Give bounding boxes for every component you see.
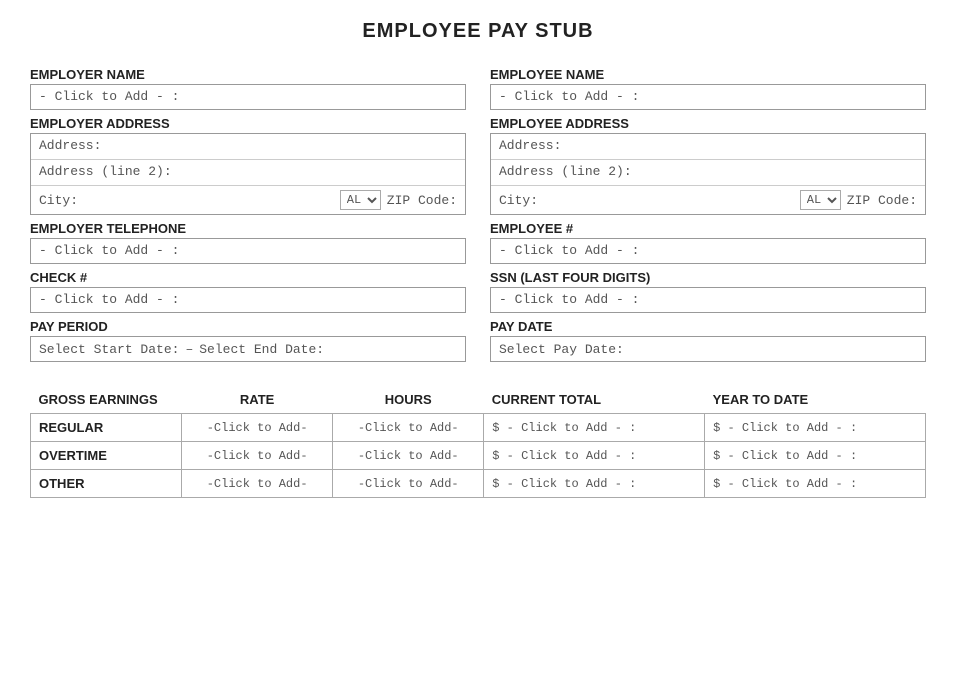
employee-address-box: Address: Address (line 2): City: ALAKAZA… [490, 133, 926, 215]
earnings-row-label: REGULAR [31, 414, 182, 442]
earnings-row-hours[interactable]: -Click to Add- [333, 470, 484, 498]
earnings-row-current[interactable]: $ - Click to Add - : [484, 470, 705, 498]
employer-zip-label[interactable]: ZIP Code: [387, 193, 457, 208]
pay-period-label: PAY PERIOD [30, 319, 466, 334]
earnings-row-ytd[interactable]: $ - Click to Add - : [705, 414, 926, 442]
pay-period-end[interactable]: Select End Date: [199, 342, 324, 357]
employee-address-line2[interactable]: Address (line 2): [491, 160, 925, 186]
page-title: EMPLOYEE PAY STUB [30, 20, 926, 43]
earnings-row-label: OVERTIME [31, 442, 182, 470]
ssn-group: SSN (LAST FOUR DIGITS) - Click to Add - … [490, 270, 926, 313]
employer-address-line2[interactable]: Address (line 2): [31, 160, 465, 186]
employer-address-city-row: City: ALAKAZARCA COCTDEFLGA HIIDILINIA K… [31, 186, 465, 214]
check-number-label: CHECK # [30, 270, 466, 285]
employee-name-input[interactable]: - Click to Add - : [490, 84, 926, 110]
employer-telephone-input[interactable]: - Click to Add - : [30, 238, 466, 264]
employee-city-input[interactable]: City: [499, 193, 794, 208]
earnings-row: OVERTIME-Click to Add--Click to Add-$ - … [31, 442, 926, 470]
employee-number-group: EMPLOYEE # - Click to Add - : [490, 221, 926, 264]
employer-city-input[interactable]: City: [39, 193, 334, 208]
header-rate: RATE [182, 386, 333, 414]
employee-name-label: EMPLOYEE NAME [490, 67, 926, 82]
employee-name-group: EMPLOYEE NAME - Click to Add - : [490, 67, 926, 110]
employee-number-label: EMPLOYEE # [490, 221, 926, 236]
pay-period-group: PAY PERIOD Select Start Date: – Select E… [30, 319, 466, 362]
pay-period-box[interactable]: Select Start Date: – Select End Date: [30, 336, 466, 362]
employer-name-input[interactable]: - Click to Add - : [30, 84, 466, 110]
earnings-row-rate[interactable]: -Click to Add- [182, 442, 333, 470]
earnings-row-label: OTHER [31, 470, 182, 498]
ssn-input[interactable]: - Click to Add - : [490, 287, 926, 313]
employer-address-line1[interactable]: Address: [31, 134, 465, 160]
header-earnings: GROSS EARNINGS [31, 386, 182, 414]
header-current: CURRENT TOTAL [484, 386, 705, 414]
pay-date-group: PAY DATE Select Pay Date: [490, 319, 926, 362]
earnings-table: GROSS EARNINGS RATE HOURS CURRENT TOTAL … [30, 386, 926, 498]
earnings-row-current[interactable]: $ - Click to Add - : [484, 414, 705, 442]
earnings-row-ytd[interactable]: $ - Click to Add - : [705, 442, 926, 470]
check-number-group: CHECK # - Click to Add - : [30, 270, 466, 313]
earnings-row-hours[interactable]: -Click to Add- [333, 442, 484, 470]
employer-name-label: EMPLOYER NAME [30, 67, 466, 82]
check-number-input[interactable]: - Click to Add - : [30, 287, 466, 313]
pay-period-start[interactable]: Select Start Date: [39, 342, 179, 357]
header-ytd: YEAR TO DATE [705, 386, 926, 414]
earnings-header-row: GROSS EARNINGS RATE HOURS CURRENT TOTAL … [31, 386, 926, 414]
employee-zip-label[interactable]: ZIP Code: [847, 193, 917, 208]
earnings-row-current[interactable]: $ - Click to Add - : [484, 442, 705, 470]
pay-period-dash: – [185, 342, 193, 357]
pay-date-input[interactable]: Select Pay Date: [499, 342, 624, 357]
employer-name-group: EMPLOYER NAME - Click to Add - : [30, 67, 466, 110]
employer-telephone-group: EMPLOYER TELEPHONE - Click to Add - : [30, 221, 466, 264]
employer-address-group: EMPLOYER ADDRESS Address: Address (line … [30, 116, 466, 215]
earnings-section: GROSS EARNINGS RATE HOURS CURRENT TOTAL … [30, 386, 926, 498]
employee-number-input[interactable]: - Click to Add - : [490, 238, 926, 264]
employee-address-label: EMPLOYEE ADDRESS [490, 116, 926, 131]
employer-address-box: Address: Address (line 2): City: ALAKAZA… [30, 133, 466, 215]
employer-state-select[interactable]: ALAKAZARCA COCTDEFLGA HIIDILINIA KSKYLAM… [340, 190, 381, 210]
earnings-row-ytd[interactable]: $ - Click to Add - : [705, 470, 926, 498]
earnings-row-rate[interactable]: -Click to Add- [182, 470, 333, 498]
employee-address-city-row: City: ALAKAZARCA COCTDEFLGA HIIDILINIA K… [491, 186, 925, 214]
earnings-row-hours[interactable]: -Click to Add- [333, 414, 484, 442]
employee-address-line1[interactable]: Address: [491, 134, 925, 160]
earnings-row-rate[interactable]: -Click to Add- [182, 414, 333, 442]
pay-date-box[interactable]: Select Pay Date: [490, 336, 926, 362]
employee-state-select[interactable]: ALAKAZARCA COCTDEFLGA HIIDILINIA KSKYLAM… [800, 190, 841, 210]
employer-address-label: EMPLOYER ADDRESS [30, 116, 466, 131]
header-hours: HOURS [333, 386, 484, 414]
employee-address-group: EMPLOYEE ADDRESS Address: Address (line … [490, 116, 926, 215]
earnings-row: OTHER-Click to Add--Click to Add-$ - Cli… [31, 470, 926, 498]
earnings-row: REGULAR-Click to Add--Click to Add-$ - C… [31, 414, 926, 442]
pay-date-label: PAY DATE [490, 319, 926, 334]
employer-telephone-label: EMPLOYER TELEPHONE [30, 221, 466, 236]
ssn-label: SSN (LAST FOUR DIGITS) [490, 270, 926, 285]
